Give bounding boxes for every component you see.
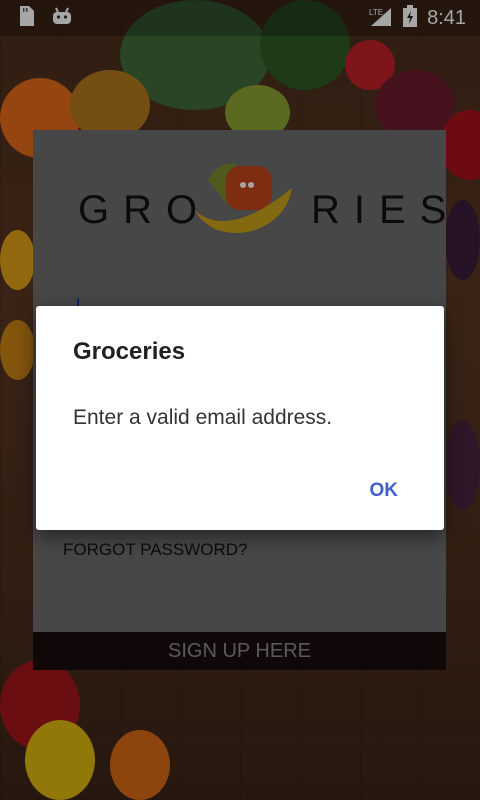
dialog-message: Enter a valid email address. xyxy=(73,406,333,429)
dialog-title: Groceries xyxy=(73,338,186,365)
alert-dialog: Groceries Enter a valid email address. O… xyxy=(36,306,444,530)
ok-button[interactable]: OK xyxy=(364,476,405,506)
